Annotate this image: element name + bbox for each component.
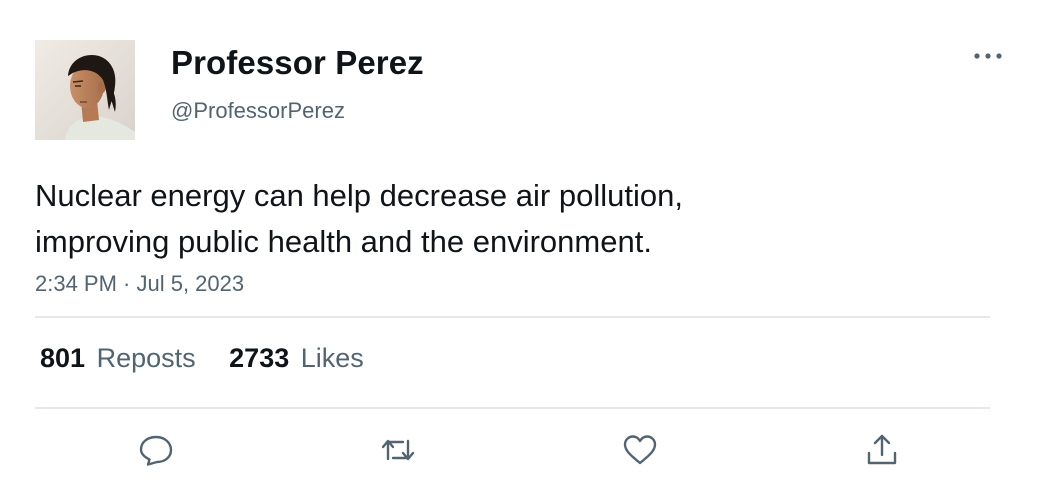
like-button[interactable] bbox=[618, 428, 662, 472]
author-display-name[interactable]: Professor Perez bbox=[171, 44, 424, 82]
more-horizontal-icon bbox=[974, 53, 1002, 59]
reposts-label: Reposts bbox=[96, 343, 196, 373]
tweet-text-line: improving public health and the environm… bbox=[35, 224, 652, 259]
share-button[interactable] bbox=[860, 428, 904, 472]
engagement-stats: 801 Reposts 2733 Likes bbox=[40, 343, 390, 374]
avatar[interactable] bbox=[35, 40, 135, 140]
reposts-count: 801 bbox=[40, 343, 86, 373]
reply-button[interactable] bbox=[134, 428, 178, 472]
divider bbox=[35, 316, 990, 318]
likes-label: Likes bbox=[300, 343, 364, 373]
author-handle[interactable]: @ProfessorPerez bbox=[171, 98, 345, 124]
tweet-text-line: Nuclear energy can help decrease air pol… bbox=[35, 178, 683, 213]
likes-count: 2733 bbox=[229, 343, 290, 373]
likes-stat[interactable]: 2733 Likes bbox=[229, 343, 364, 374]
tweet-timestamp[interactable]: 2:34 PM · Jul 5, 2023 bbox=[35, 271, 244, 297]
more-options-button[interactable] bbox=[968, 42, 1008, 70]
tweet-text: Nuclear energy can help decrease air pol… bbox=[35, 173, 915, 265]
reply-bubble-icon bbox=[139, 435, 173, 466]
avatar-portrait-image bbox=[35, 40, 135, 140]
reposts-stat[interactable]: 801 Reposts bbox=[40, 343, 196, 374]
repost-arrows-icon bbox=[381, 439, 415, 461]
tweet-action-bar bbox=[0, 428, 1050, 472]
repost-button[interactable] bbox=[376, 428, 420, 472]
heart-icon bbox=[623, 435, 657, 465]
tweet-card: Professor Perez @ProfessorPerez Nuclear … bbox=[0, 0, 1050, 480]
divider bbox=[35, 407, 990, 409]
share-upload-icon bbox=[867, 434, 897, 465]
